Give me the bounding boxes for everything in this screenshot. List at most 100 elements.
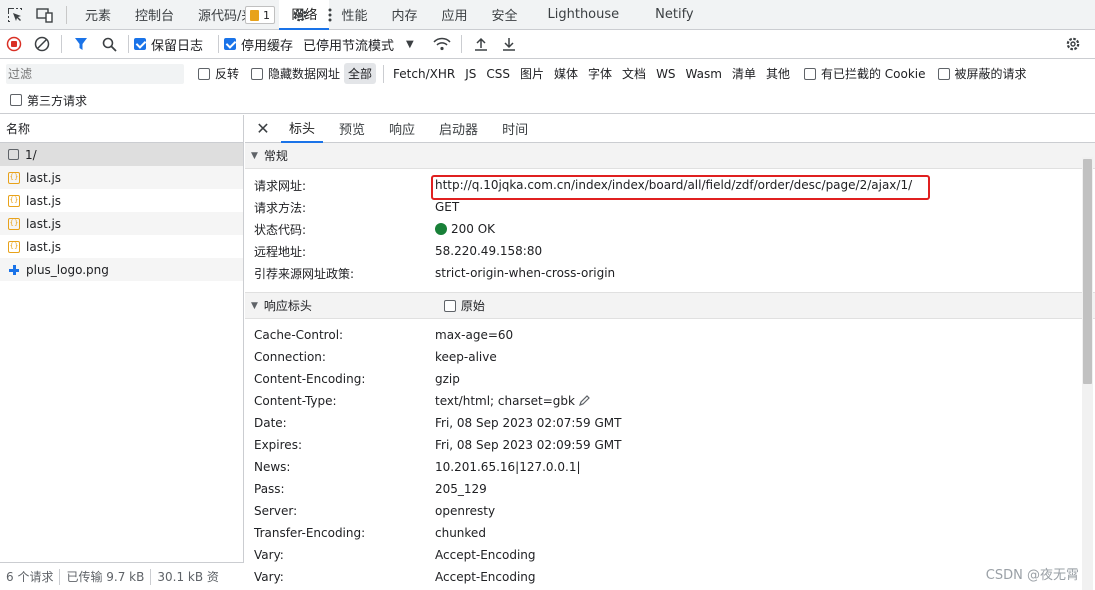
header-value: openresty bbox=[435, 504, 495, 518]
request-row[interactable]: 1/ bbox=[0, 143, 243, 166]
more-options-icon[interactable] bbox=[315, 0, 345, 30]
request-details: ✕ 标头 预览 响应 启动器 时间 ▼ 常规 请求网址: http://q.10jqka.… bbox=[245, 115, 1095, 590]
header-row: Content-Encoding: gzip bbox=[245, 368, 1095, 390]
details-tab-1[interactable]: 预览 bbox=[331, 115, 373, 143]
checkbox[interactable] bbox=[198, 67, 210, 80]
close-icon[interactable]: ✕ bbox=[245, 115, 281, 143]
filter-type-8[interactable]: WS bbox=[652, 65, 679, 83]
filter-type-11[interactable]: 其他 bbox=[762, 63, 794, 84]
filter-type-0[interactable]: 全部 bbox=[344, 63, 377, 84]
tab-0[interactable]: 元素 bbox=[73, 0, 123, 30]
filter-input[interactable] bbox=[6, 63, 184, 84]
details-tabs: ✕ 标头 预览 响应 启动器 时间 bbox=[245, 115, 1095, 143]
checkbox[interactable] bbox=[10, 94, 22, 106]
header-key: Connection: bbox=[254, 350, 326, 364]
import-har-icon[interactable] bbox=[467, 30, 495, 58]
header-key: 请求方法: bbox=[254, 200, 307, 215]
header-row: Connection: keep-alive bbox=[245, 346, 1095, 368]
filter-type-4[interactable]: 图片 bbox=[516, 63, 548, 84]
filter-type-6[interactable]: 字体 bbox=[584, 63, 616, 84]
header-value: text/html; charset=gbk bbox=[435, 394, 591, 409]
scrollbar-thumb[interactable] bbox=[1083, 159, 1092, 384]
blocked-requests-checkbox[interactable]: 被屏蔽的请求 bbox=[937, 65, 1027, 82]
request-row[interactable]: {} last.js bbox=[0, 189, 243, 212]
raw-checkbox[interactable]: 原始 bbox=[443, 297, 485, 314]
checkbox[interactable] bbox=[803, 67, 816, 80]
filter-type-7[interactable]: 文档 bbox=[618, 63, 650, 84]
filter-type-2[interactable]: JS bbox=[461, 65, 480, 83]
request-name: last.js bbox=[26, 193, 62, 208]
header-row: News: 10.201.65.16|127.0.0.1| bbox=[245, 456, 1095, 478]
network-conditions-icon[interactable] bbox=[428, 30, 456, 58]
triangle-down-icon: ▼ bbox=[251, 150, 258, 161]
checkbox[interactable] bbox=[251, 67, 264, 80]
inspect-element-icon[interactable] bbox=[0, 0, 30, 30]
transferred-size: 已传输 9.7 kB bbox=[60, 568, 152, 585]
third-party-checkbox[interactable]: 第三方请求 bbox=[10, 92, 87, 109]
request-list: 名称 1/ {} last.js {} last.js {} last.js {} last.j… bbox=[0, 115, 244, 590]
details-tab-3[interactable]: 启动器 bbox=[431, 115, 486, 143]
third-party-row: 第三方请求 bbox=[0, 87, 1095, 114]
header-key: Pass: bbox=[254, 482, 285, 496]
search-icon[interactable] bbox=[95, 30, 123, 58]
details-tab-2[interactable]: 响应 bbox=[381, 115, 423, 143]
header-value-text: 205_129 bbox=[435, 482, 487, 496]
request-row[interactable]: plus_logo.png bbox=[0, 258, 243, 281]
header-key: Transfer-Encoding: bbox=[254, 526, 366, 540]
clear-button[interactable] bbox=[28, 30, 56, 58]
request-name: 1/ bbox=[25, 147, 37, 162]
general-section-header[interactable]: ▼ 常规 bbox=[245, 143, 1095, 169]
settings-gear-icon[interactable] bbox=[285, 0, 315, 30]
header-value: 205_129 bbox=[435, 482, 487, 496]
request-row[interactable]: {} last.js bbox=[0, 212, 243, 235]
devtools-tabbar: 元素 控制台 源代码/来源 网络 性能 内存 应用 安全 Lighthouse Netify 1 bbox=[0, 0, 1095, 30]
request-name: last.js bbox=[26, 239, 62, 254]
response-headers-section-header[interactable]: ▼ 响应标头 原始 bbox=[245, 293, 1095, 319]
invert-checkbox[interactable]: 反转 bbox=[198, 65, 239, 82]
name-column-header[interactable]: 名称 bbox=[0, 115, 243, 143]
header-row: Server: openresty bbox=[245, 500, 1095, 522]
header-value: Fri, 08 Sep 2023 02:07:59 GMT bbox=[435, 416, 622, 430]
request-row[interactable]: {} last.js bbox=[0, 166, 243, 189]
export-har-icon[interactable] bbox=[495, 30, 523, 58]
filter-icon[interactable] bbox=[67, 30, 95, 58]
checkbox[interactable] bbox=[937, 67, 950, 80]
header-row: Cache-Control: max-age=60 bbox=[245, 324, 1095, 346]
filter-type-5[interactable]: 媒体 bbox=[550, 63, 582, 84]
blocked-cookies-checkbox[interactable]: 有已拦截的 Cookie bbox=[803, 65, 926, 82]
issue-flag-icon bbox=[250, 9, 259, 21]
tab-1[interactable]: 控制台 bbox=[123, 0, 186, 30]
details-tab-4[interactable]: 时间 bbox=[494, 115, 536, 143]
filter-type-1[interactable]: Fetch/XHR bbox=[389, 65, 459, 83]
header-key: Server: bbox=[254, 504, 298, 518]
header-value-text: gzip bbox=[435, 372, 460, 386]
checkbox-checked[interactable] bbox=[134, 38, 146, 50]
stop-recording-button[interactable] bbox=[0, 30, 28, 58]
header-value: 10.201.65.16|127.0.0.1| bbox=[435, 460, 581, 474]
device-toolbar-icon[interactable] bbox=[30, 0, 60, 30]
hide-data-urls-checkbox[interactable]: 隐藏数据网址 bbox=[251, 65, 340, 82]
header-key: Content-Encoding: bbox=[254, 372, 366, 386]
checkbox-checked[interactable] bbox=[224, 38, 237, 50]
script-file-icon: {} bbox=[8, 194, 20, 207]
details-tab-0[interactable]: 标头 bbox=[281, 115, 324, 143]
divider bbox=[218, 35, 220, 53]
throttle-select[interactable]: 已停用节流模式 ▼ bbox=[303, 35, 414, 54]
filter-type-9[interactable]: Wasm bbox=[682, 65, 726, 83]
network-settings-gear-icon[interactable] bbox=[1059, 30, 1087, 58]
request-row[interactable]: {} last.js bbox=[0, 235, 243, 258]
issues-badge[interactable]: 1 bbox=[245, 6, 275, 24]
filter-bar: 反转 隐藏数据网址 全部 Fetch/XHRJSCSS图片媒体字体文档WSWasm… bbox=[0, 60, 1095, 87]
header-key: Date: bbox=[254, 416, 287, 430]
resources-size: 30.1 kB 资 bbox=[157, 570, 219, 584]
filter-type-3[interactable]: CSS bbox=[482, 65, 514, 83]
disable-cache-checkbox[interactable]: 停用缓存 bbox=[224, 35, 293, 54]
request-name: last.js bbox=[26, 216, 62, 231]
filter-type-10[interactable]: 清单 bbox=[728, 63, 760, 84]
header-value-text: Fri, 08 Sep 2023 02:09:59 GMT bbox=[435, 438, 622, 452]
checkbox[interactable] bbox=[443, 299, 456, 312]
edit-pencil-icon[interactable] bbox=[579, 394, 591, 409]
scrollbar[interactable] bbox=[1082, 157, 1093, 590]
header-value-text: Accept-Encoding bbox=[435, 570, 536, 584]
preserve-log-checkbox[interactable]: 保留日志 bbox=[134, 35, 203, 54]
